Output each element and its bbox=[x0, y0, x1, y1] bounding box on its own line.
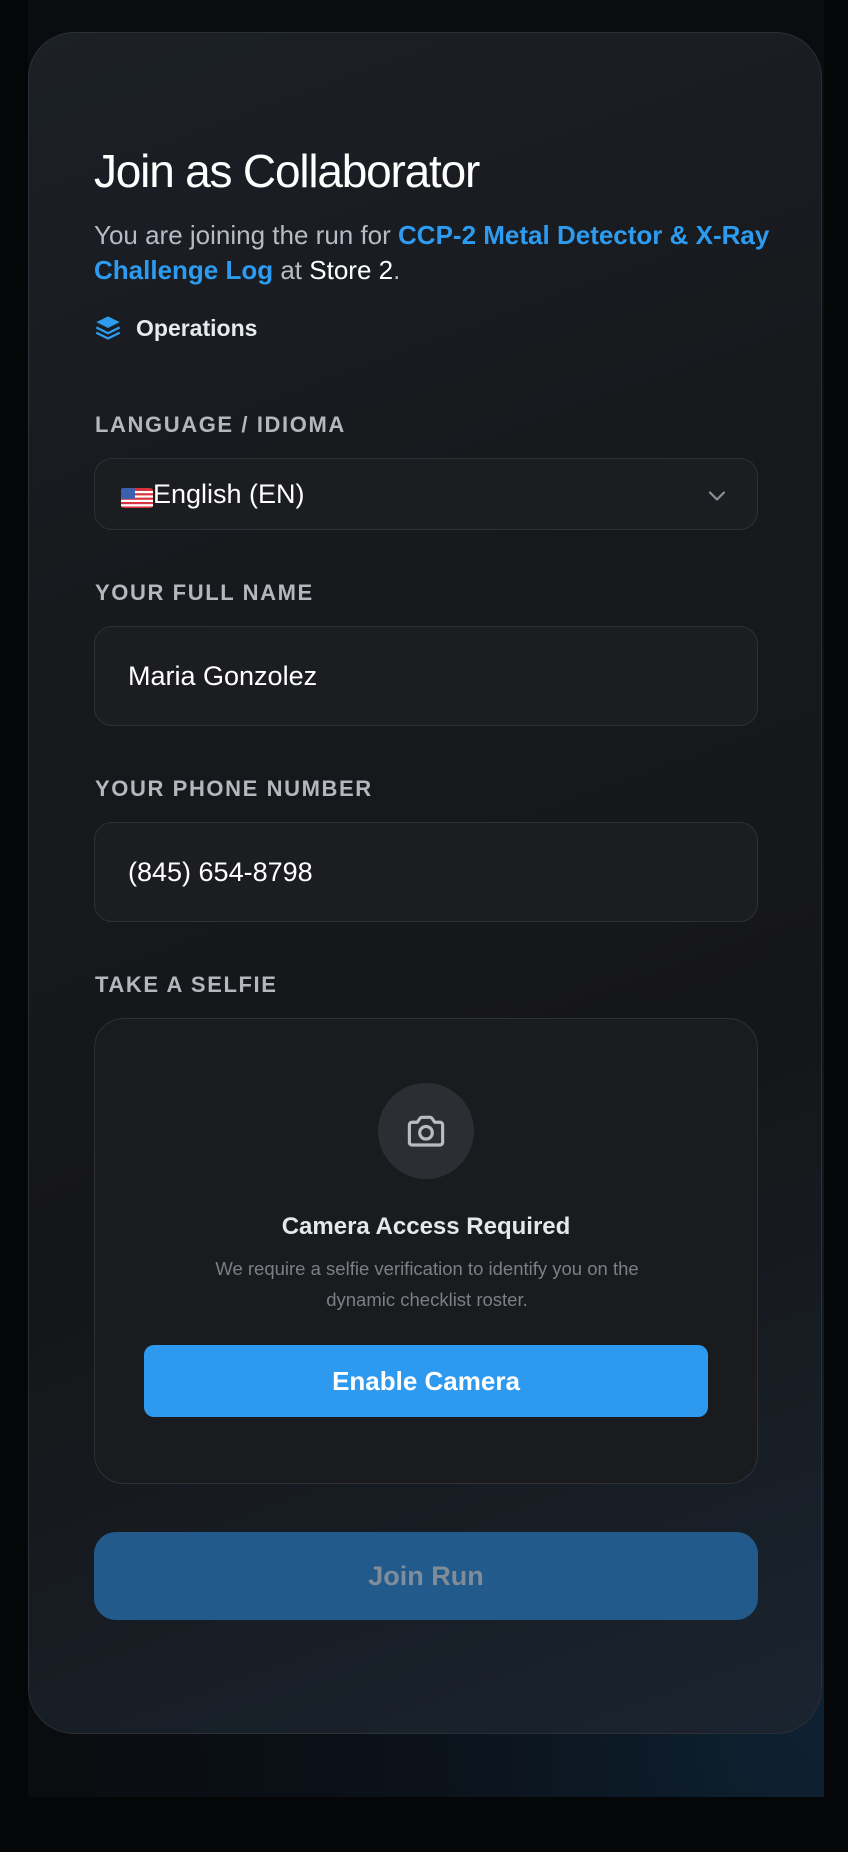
intro-prefix: You are joining the run for bbox=[94, 220, 399, 250]
department-label: Operations bbox=[136, 314, 258, 341]
phone-input[interactable]: (845) 654-8798 bbox=[94, 822, 758, 922]
join-run-button[interactable]: Join Run bbox=[94, 1532, 758, 1620]
name-label: YOUR FULL NAME bbox=[95, 580, 314, 605]
selfie-label: TAKE A SELFIE bbox=[95, 972, 278, 997]
intro-middle: at bbox=[273, 255, 310, 285]
language-label: LANGUAGE / IDIOMA bbox=[95, 412, 346, 437]
language-select[interactable]: English (EN) bbox=[94, 458, 758, 530]
selfie-panel: Camera Access Required We require a self… bbox=[94, 1018, 758, 1484]
camera-icon bbox=[378, 1083, 474, 1179]
phone-value: (845) 654-8798 bbox=[128, 856, 313, 887]
department-tag: Operations bbox=[94, 314, 257, 342]
chevron-down-icon bbox=[707, 479, 727, 510]
phone-label: YOUR PHONE NUMBER bbox=[95, 776, 373, 801]
full-name-value: Maria Gonzolez bbox=[128, 660, 318, 691]
us-flag-icon bbox=[121, 484, 153, 508]
page-title: Join as Collaborator bbox=[94, 145, 480, 197]
store-name: Store 2 bbox=[309, 255, 394, 285]
full-name-input[interactable]: Maria Gonzolez bbox=[94, 626, 758, 726]
language-value: English (EN) bbox=[153, 478, 305, 509]
camera-access-title: Camera Access Required bbox=[281, 1213, 571, 1240]
enable-camera-button[interactable]: Enable Camera bbox=[144, 1345, 708, 1417]
intro-suffix: . bbox=[393, 255, 401, 285]
intro-text: You are joining the run for CCP-2 Metal … bbox=[94, 218, 774, 288]
layers-icon bbox=[94, 314, 122, 342]
camera-access-description: We require a selfie verification to iden… bbox=[215, 1258, 639, 1310]
